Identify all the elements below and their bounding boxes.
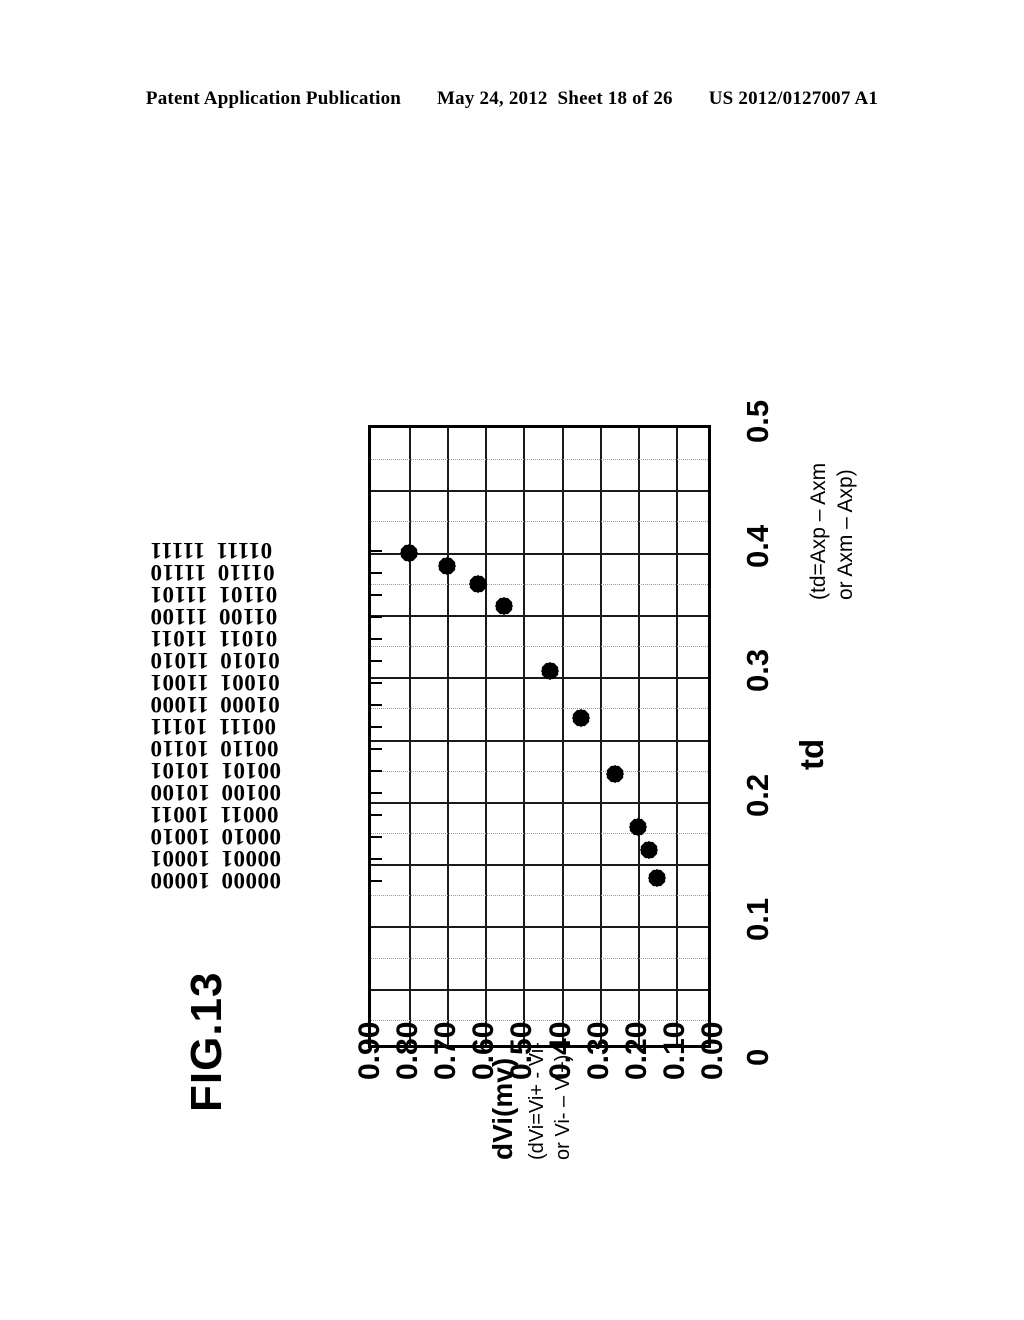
code-leader-dash bbox=[368, 769, 382, 772]
code-leader-dash bbox=[368, 681, 382, 684]
td-axis-tick-label: 0.3 bbox=[740, 649, 775, 693]
dvi-axis-tick-label: 0.80 bbox=[391, 1021, 425, 1080]
horizontal-gridline-minor bbox=[371, 957, 708, 959]
td-axis-tick-label: 0.2 bbox=[740, 773, 775, 817]
horizontal-gridline-minor bbox=[371, 832, 708, 834]
binary-code-label-row: 01000 11000 bbox=[150, 692, 365, 717]
code-leader-dash bbox=[368, 813, 382, 816]
header-left-text: Patent Application Publication bbox=[145, 88, 402, 109]
binary-code-label-row: 00000 10000 bbox=[150, 867, 365, 893]
binary-code-primary: 10000 bbox=[150, 867, 210, 893]
code-leader-dash bbox=[368, 659, 382, 662]
horizontal-gridline-major bbox=[371, 677, 708, 680]
binary-code-label-row: 00111 10111 bbox=[150, 714, 365, 739]
td-formula-line-2: or Axm – Axp) bbox=[833, 469, 857, 600]
td-formula-line-1: (td=Axp – Axm bbox=[807, 462, 830, 600]
dvi-axis-tick-label: 0.00 bbox=[696, 1021, 729, 1080]
horizontal-gridline-major bbox=[371, 864, 708, 867]
dvi-axis-tick-label: 0.90 bbox=[353, 1021, 386, 1080]
dvi-axis-tick-label: 0.30 bbox=[581, 1021, 615, 1080]
code-leader-dash bbox=[368, 615, 382, 618]
horizontal-gridline-major bbox=[371, 739, 708, 742]
code-leader-dash bbox=[368, 703, 382, 706]
horizontal-gridline-major bbox=[371, 614, 708, 617]
dvi-axis-tick-label: 0.50 bbox=[505, 1021, 539, 1080]
dvi-axis-tick-label: 0.20 bbox=[619, 1021, 653, 1080]
binary-code-label-row: 00100 10100 bbox=[150, 780, 365, 805]
binary-code-label-row: 00101 10101 bbox=[150, 758, 365, 783]
publication-header: Patent Application Publication May 24, 2… bbox=[0, 88, 1024, 110]
dvi-axis-tick-label: 0.60 bbox=[467, 1021, 501, 1080]
horizontal-gridline-minor bbox=[371, 521, 708, 523]
horizontal-gridline-major bbox=[371, 988, 708, 991]
binary-code-secondary: 00000 bbox=[221, 867, 281, 893]
code-leader-dash bbox=[368, 879, 382, 882]
code-leader-dash bbox=[368, 725, 382, 728]
code-leader-dash bbox=[368, 747, 382, 750]
td-axis-tick-label: 0 bbox=[740, 1048, 775, 1066]
code-leader-dash bbox=[368, 593, 382, 596]
dvi-axis-tick-label: 0.70 bbox=[429, 1021, 463, 1080]
figure-stage: FIG.13 td (td=Axp – Axm or Axm – Axp) dV… bbox=[0, 150, 1024, 1250]
data-point-marker bbox=[640, 841, 659, 860]
data-point-marker bbox=[399, 543, 419, 562]
dvi-axis-tick-label: 0.10 bbox=[657, 1021, 691, 1080]
binary-code-label-column: 01111 11111 01110 11110 01101 11101 01100 11100… bbox=[150, 425, 382, 1048]
binary-code-label-row: 01100 11100 bbox=[150, 604, 365, 629]
data-point-marker bbox=[438, 557, 457, 576]
dvi-axis-tick-label: 0.40 bbox=[543, 1021, 577, 1080]
horizontal-gridline-minor bbox=[371, 708, 708, 710]
code-leader-dash bbox=[368, 791, 382, 794]
horizontal-gridline-major bbox=[371, 490, 708, 493]
td-axis-title: td bbox=[793, 738, 830, 770]
horizontal-gridline-minor bbox=[371, 895, 708, 897]
data-point-marker bbox=[571, 709, 590, 728]
code-leader-dash bbox=[368, 637, 382, 640]
horizontal-gridline-major bbox=[371, 926, 708, 929]
binary-code-label-row: 00010 10010 bbox=[150, 824, 365, 849]
binary-code-label-row: 00001 10001 bbox=[150, 846, 365, 871]
binary-code-label-row: 00011 10011 bbox=[150, 802, 365, 827]
plot-area bbox=[368, 425, 711, 1048]
code-leader-dash bbox=[368, 549, 382, 552]
binary-code-label-row: 00110 10110 bbox=[150, 736, 365, 761]
header-date-sheet-text: May 24, 2012 Sheet 18 of 26 bbox=[437, 88, 673, 109]
binary-code-label-row: 01110 11110 bbox=[150, 560, 365, 585]
horizontal-gridline-minor bbox=[371, 770, 708, 772]
code-leader-dash bbox=[368, 835, 382, 838]
td-axis-tick-label: 0.4 bbox=[740, 524, 775, 568]
data-point-marker bbox=[468, 574, 487, 593]
header-patent-number-text: US 2012/0127007 A1 bbox=[708, 88, 879, 109]
code-leader-dash bbox=[368, 857, 382, 860]
td-axis-tick-label: 0.1 bbox=[740, 898, 775, 942]
td-axis-formula: (td=Axp – Axm or Axm – Axp) bbox=[806, 463, 860, 600]
data-point-marker bbox=[647, 868, 667, 887]
td-axis-tick-label: 0.5 bbox=[740, 399, 775, 443]
binary-code-label-row: 01011 11011 bbox=[150, 626, 365, 651]
binary-code-label-row: 01111 11111 bbox=[150, 538, 365, 563]
horizontal-gridline-minor bbox=[371, 646, 708, 648]
binary-code-label-row: 01010 11010 bbox=[150, 648, 365, 673]
horizontal-gridline-minor bbox=[371, 459, 708, 461]
horizontal-gridline-major bbox=[371, 801, 708, 804]
data-point-marker bbox=[605, 765, 625, 784]
binary-code-label-row: 01101 11101 bbox=[150, 582, 365, 607]
code-leader-dash bbox=[368, 571, 382, 574]
data-point-marker bbox=[495, 596, 514, 616]
horizontal-gridline-minor bbox=[371, 583, 708, 585]
binary-code-label-row: 01001 11001 bbox=[150, 670, 365, 695]
horizontal-gridline-major bbox=[371, 552, 708, 555]
